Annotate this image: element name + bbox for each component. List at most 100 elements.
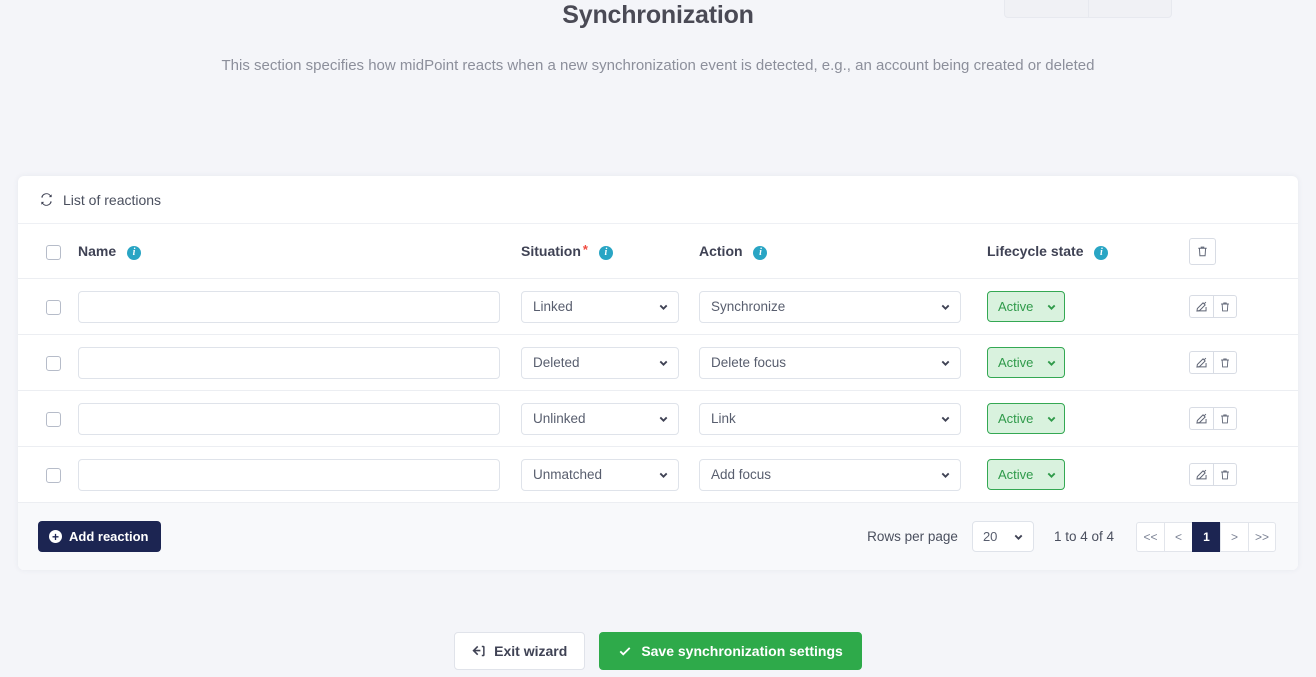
sync-icon [38,192,54,208]
exit-icon [472,644,486,658]
row-tools-cell [1189,446,1298,503]
row-tool-group [1189,463,1237,486]
rows-per-page-select[interactable]: 20 [971,521,1034,552]
situation-value: Deleted [533,355,580,370]
chevron-down-icon [940,469,951,480]
partial-offscreen-panel [1004,0,1172,18]
select-all-checkbox[interactable] [46,244,61,260]
column-label-lifecycle: Lifecycle state [987,243,1084,260]
edit-row-button[interactable] [1189,351,1213,374]
chevron-down-icon [658,357,669,368]
situation-select[interactable]: Linked [521,290,679,323]
column-header-tools [1189,224,1298,279]
situation-select[interactable]: Unlinked [521,402,679,435]
situation-value: Unmatched [533,467,603,482]
row-name-cell [78,446,521,503]
column-label-name: Name [78,243,117,260]
info-icon-lifecycle[interactable]: i [1094,245,1109,260]
row-name-cell [78,390,521,447]
table-row: Unmatched Add focus Active [18,446,1298,503]
info-icon-action[interactable]: i [753,245,768,260]
action-value: Add focus [711,467,772,482]
reactions-table: Name i Situation * i Action i Lifecycle s… [18,224,1298,503]
chevron-down-icon [940,357,951,368]
lifecycle-state-select[interactable]: Active [987,291,1065,322]
pager-first-button[interactable]: << [1136,521,1164,552]
column-header-lifecycle: Lifecycle state i [987,224,1189,279]
row-situation-cell: Unlinked [521,390,699,447]
chevron-down-icon [940,413,951,424]
pager-prev-button[interactable]: < [1164,521,1192,552]
action-select[interactable]: Delete focus [699,346,961,379]
action-select[interactable]: Add focus [699,458,961,491]
table-head: Name i Situation * i Action i Lifecycle s… [18,224,1298,279]
row-action-cell: Delete focus [699,334,987,391]
delete-row-button[interactable] [1213,351,1237,374]
bulk-delete-button[interactable] [1189,238,1216,265]
situation-select[interactable]: Deleted [521,346,679,379]
name-input[interactable] [78,402,500,435]
name-input[interactable] [78,290,500,323]
row-lifecycle-cell: Active [987,334,1189,391]
lifecycle-state-value: Active [998,355,1034,370]
required-marker: * [582,242,588,258]
situation-select[interactable]: Unmatched [521,458,679,491]
row-tools-cell [1189,390,1298,447]
chevron-down-icon [658,301,669,312]
row-situation-cell: Unmatched [521,446,699,503]
row-lifecycle-cell: Active [987,278,1189,335]
delete-row-button[interactable] [1213,295,1237,318]
page-subtitle: This section specifies how midPoint reac… [221,57,1095,74]
row-tool-group [1189,407,1237,430]
pagination-area: Rows per page 20 1 to 4 of 4 << < 1 > >> [867,521,1276,552]
lifecycle-state-select[interactable]: Active [987,403,1065,434]
row-checkbox[interactable] [46,299,61,315]
row-action-cell: Link [699,390,987,447]
add-reaction-button[interactable]: + Add reaction [38,521,162,552]
lifecycle-state-value: Active [998,467,1034,482]
row-situation-cell: Linked [521,278,699,335]
lifecycle-state-select[interactable]: Active [987,459,1065,490]
pagination-range: 1 to 4 of 4 [1053,529,1114,544]
panel-divider [1088,0,1089,17]
table-body: Linked Synchronize Active Deleted Delete foc… [18,278,1298,503]
row-name-cell [78,278,521,335]
situation-value: Unlinked [533,411,586,426]
edit-row-button[interactable] [1189,463,1213,486]
edit-row-button[interactable] [1189,407,1213,430]
row-checkbox[interactable] [46,467,61,483]
name-input[interactable] [78,458,500,491]
add-reaction-label: Add reaction [69,529,149,544]
chevron-down-icon [940,301,951,312]
card-header: List of reactions [18,176,1298,224]
pager-last-button[interactable]: >> [1248,521,1276,552]
row-lifecycle-cell: Active [987,390,1189,447]
info-icon-situation[interactable]: i [598,245,613,260]
check-icon [618,644,632,658]
lifecycle-state-value: Active [998,411,1034,426]
chevron-down-icon [1046,413,1057,424]
row-select-cell [18,446,78,503]
card-header-label: List of reactions [63,191,162,208]
info-icon-name[interactable]: i [127,245,142,260]
row-checkbox[interactable] [46,355,61,371]
delete-row-button[interactable] [1213,463,1237,486]
pager-next-button[interactable]: > [1220,521,1248,552]
reactions-card: List of reactions Name i Situation * i A… [18,176,1298,570]
delete-row-button[interactable] [1213,407,1237,430]
edit-row-button[interactable] [1189,295,1213,318]
table-header-row: Name i Situation * i Action i Lifecycle s… [18,224,1298,279]
column-header-situation: Situation * i [521,224,699,279]
wizard-action-bar: Exit wizard Save synchronization setting… [0,632,1316,670]
action-select[interactable]: Synchronize [699,290,961,323]
column-label-action: Action [699,243,743,260]
exit-wizard-button[interactable]: Exit wizard [454,632,586,670]
row-action-cell: Add focus [699,446,987,503]
lifecycle-state-select[interactable]: Active [987,347,1065,378]
save-settings-button[interactable]: Save synchronization settings [599,632,862,670]
row-checkbox[interactable] [46,411,61,427]
row-tools-cell [1189,278,1298,335]
action-select[interactable]: Link [699,402,961,435]
pager-page-1-button[interactable]: 1 [1192,521,1220,552]
name-input[interactable] [78,346,500,379]
